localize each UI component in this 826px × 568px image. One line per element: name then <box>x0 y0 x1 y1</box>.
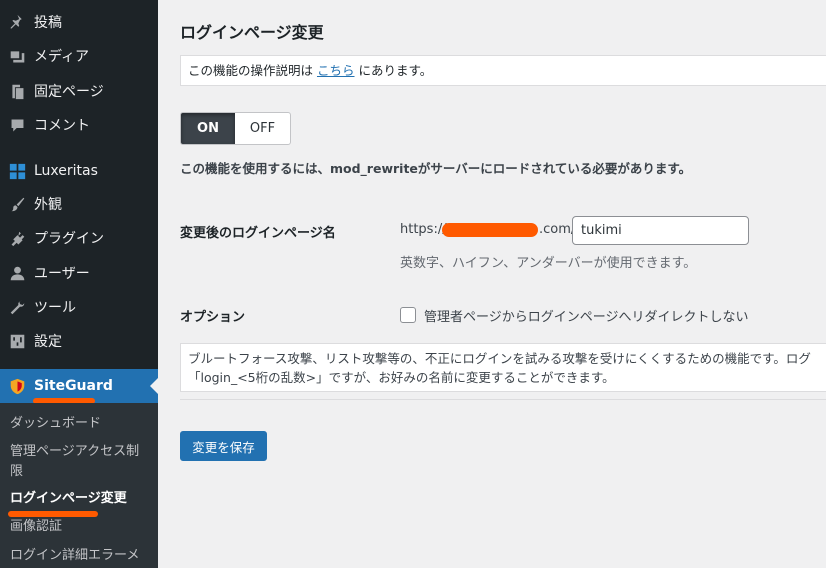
grid-icon <box>8 162 26 180</box>
url-prefix: https:// <box>400 222 447 237</box>
highlight-marker <box>8 511 98 517</box>
feature-toggle[interactable]: ON OFF <box>180 112 291 145</box>
paintbrush-icon <box>8 195 26 213</box>
page-title: ログインページ変更 <box>180 23 324 42</box>
url-suffix: .com/ <box>539 222 576 237</box>
user-icon <box>8 264 26 282</box>
admin-sidebar: 投稿 メディア 固定ページ コメント Luxeritas 外観 プラグイン ユー… <box>0 0 158 568</box>
menu-label: ツール <box>34 300 76 316</box>
redaction-marker <box>442 223 538 237</box>
login-name-input[interactable] <box>572 216 749 245</box>
menu-item-plugins[interactable]: プラグイン <box>0 221 158 255</box>
submenu-item-admin-access-cont[interactable]: 限 <box>10 462 23 482</box>
submenu-item-dashboard[interactable]: ダッシュボード <box>10 414 101 434</box>
requirement-text: この機能を使用するには、mod_rewriteがサーバーにロードされている必要が… <box>180 161 692 176</box>
notice-box: この機能の操作説明は こちら にあります。 <box>180 55 826 86</box>
submenu-item-captcha[interactable]: 画像認証 <box>10 517 62 537</box>
menu-item-settings[interactable]: 設定 <box>0 324 158 358</box>
menu-label: 投稿 <box>34 15 62 31</box>
menu-item-luxeritas[interactable]: Luxeritas <box>0 154 158 188</box>
pushpin-icon <box>8 13 26 31</box>
siteguard-submenu: ダッシュボード 管理ページアクセス制 限 ログインページ変更 画像認証 ログイン… <box>0 403 158 568</box>
menu-label: プラグイン <box>34 231 104 247</box>
main-content: ログインページ変更 この機能の操作説明は こちら にあります。 ON OFF こ… <box>158 0 826 568</box>
menu-label: 固定ページ <box>34 84 104 100</box>
toggle-on-button[interactable]: ON <box>181 113 235 144</box>
redirect-checkbox[interactable] <box>400 307 416 323</box>
divider <box>180 399 826 400</box>
menu-label: メディア <box>34 49 90 65</box>
menu-item-appearance[interactable]: 外観 <box>0 187 158 221</box>
description-line: ブルートフォース攻撃、リスト攻撃等の、不正にログインを試みる攻撃を受けにくくする… <box>188 351 811 366</box>
menu-item-posts[interactable]: 投稿 <box>0 5 158 39</box>
wrench-icon <box>8 298 26 316</box>
submenu-item-login-error[interactable]: ログイン詳細エラーメ <box>10 546 139 566</box>
menu-label: ユーザー <box>34 266 90 282</box>
menu-item-users[interactable]: ユーザー <box>0 256 158 290</box>
menu-item-media[interactable]: メディア <box>0 39 158 73</box>
comment-icon <box>8 116 26 134</box>
menu-item-comments[interactable]: コメント <box>0 108 158 142</box>
plugin-icon <box>8 229 26 247</box>
redirect-checkbox-label[interactable]: 管理者ページからログインページへリダイレクトしない <box>424 306 748 325</box>
login-name-label: 変更後のログインページ名 <box>180 226 336 241</box>
menu-label: 設定 <box>34 334 62 350</box>
submenu-item-login-page[interactable]: ログインページ変更 <box>10 489 127 509</box>
menu-label: コメント <box>34 118 90 134</box>
menu-label: Luxeritas <box>34 163 98 179</box>
settings-icon <box>8 332 26 350</box>
menu-item-pages[interactable]: 固定ページ <box>0 74 158 108</box>
menu-label: 外観 <box>34 197 62 213</box>
submenu-item-admin-access[interactable]: 管理ページアクセス制 <box>10 442 139 462</box>
description-line: 「login_<5桁の乱数>」ですが、お好みの名前に変更することができます。 <box>188 370 615 385</box>
login-name-hint: 英数字、ハイフン、アンダーバーが使用できます。 <box>400 256 697 271</box>
media-icon <box>8 47 26 65</box>
manual-link[interactable]: こちら <box>317 63 355 78</box>
option-label: オプション <box>180 310 246 325</box>
description-box: ブルートフォース攻撃、リスト攻撃等の、不正にログインを試みる攻撃を受けにくくする… <box>180 343 826 392</box>
page-icon <box>8 82 26 100</box>
menu-item-tools[interactable]: ツール <box>0 290 158 324</box>
notice-text: にあります。 <box>354 63 433 78</box>
menu-label: SiteGuard <box>34 378 113 394</box>
save-button[interactable]: 変更を保存 <box>180 431 267 461</box>
toggle-off-button[interactable]: OFF <box>235 113 290 144</box>
siteguard-shield-icon <box>8 377 26 395</box>
notice-text: この機能の操作説明は <box>188 63 317 78</box>
